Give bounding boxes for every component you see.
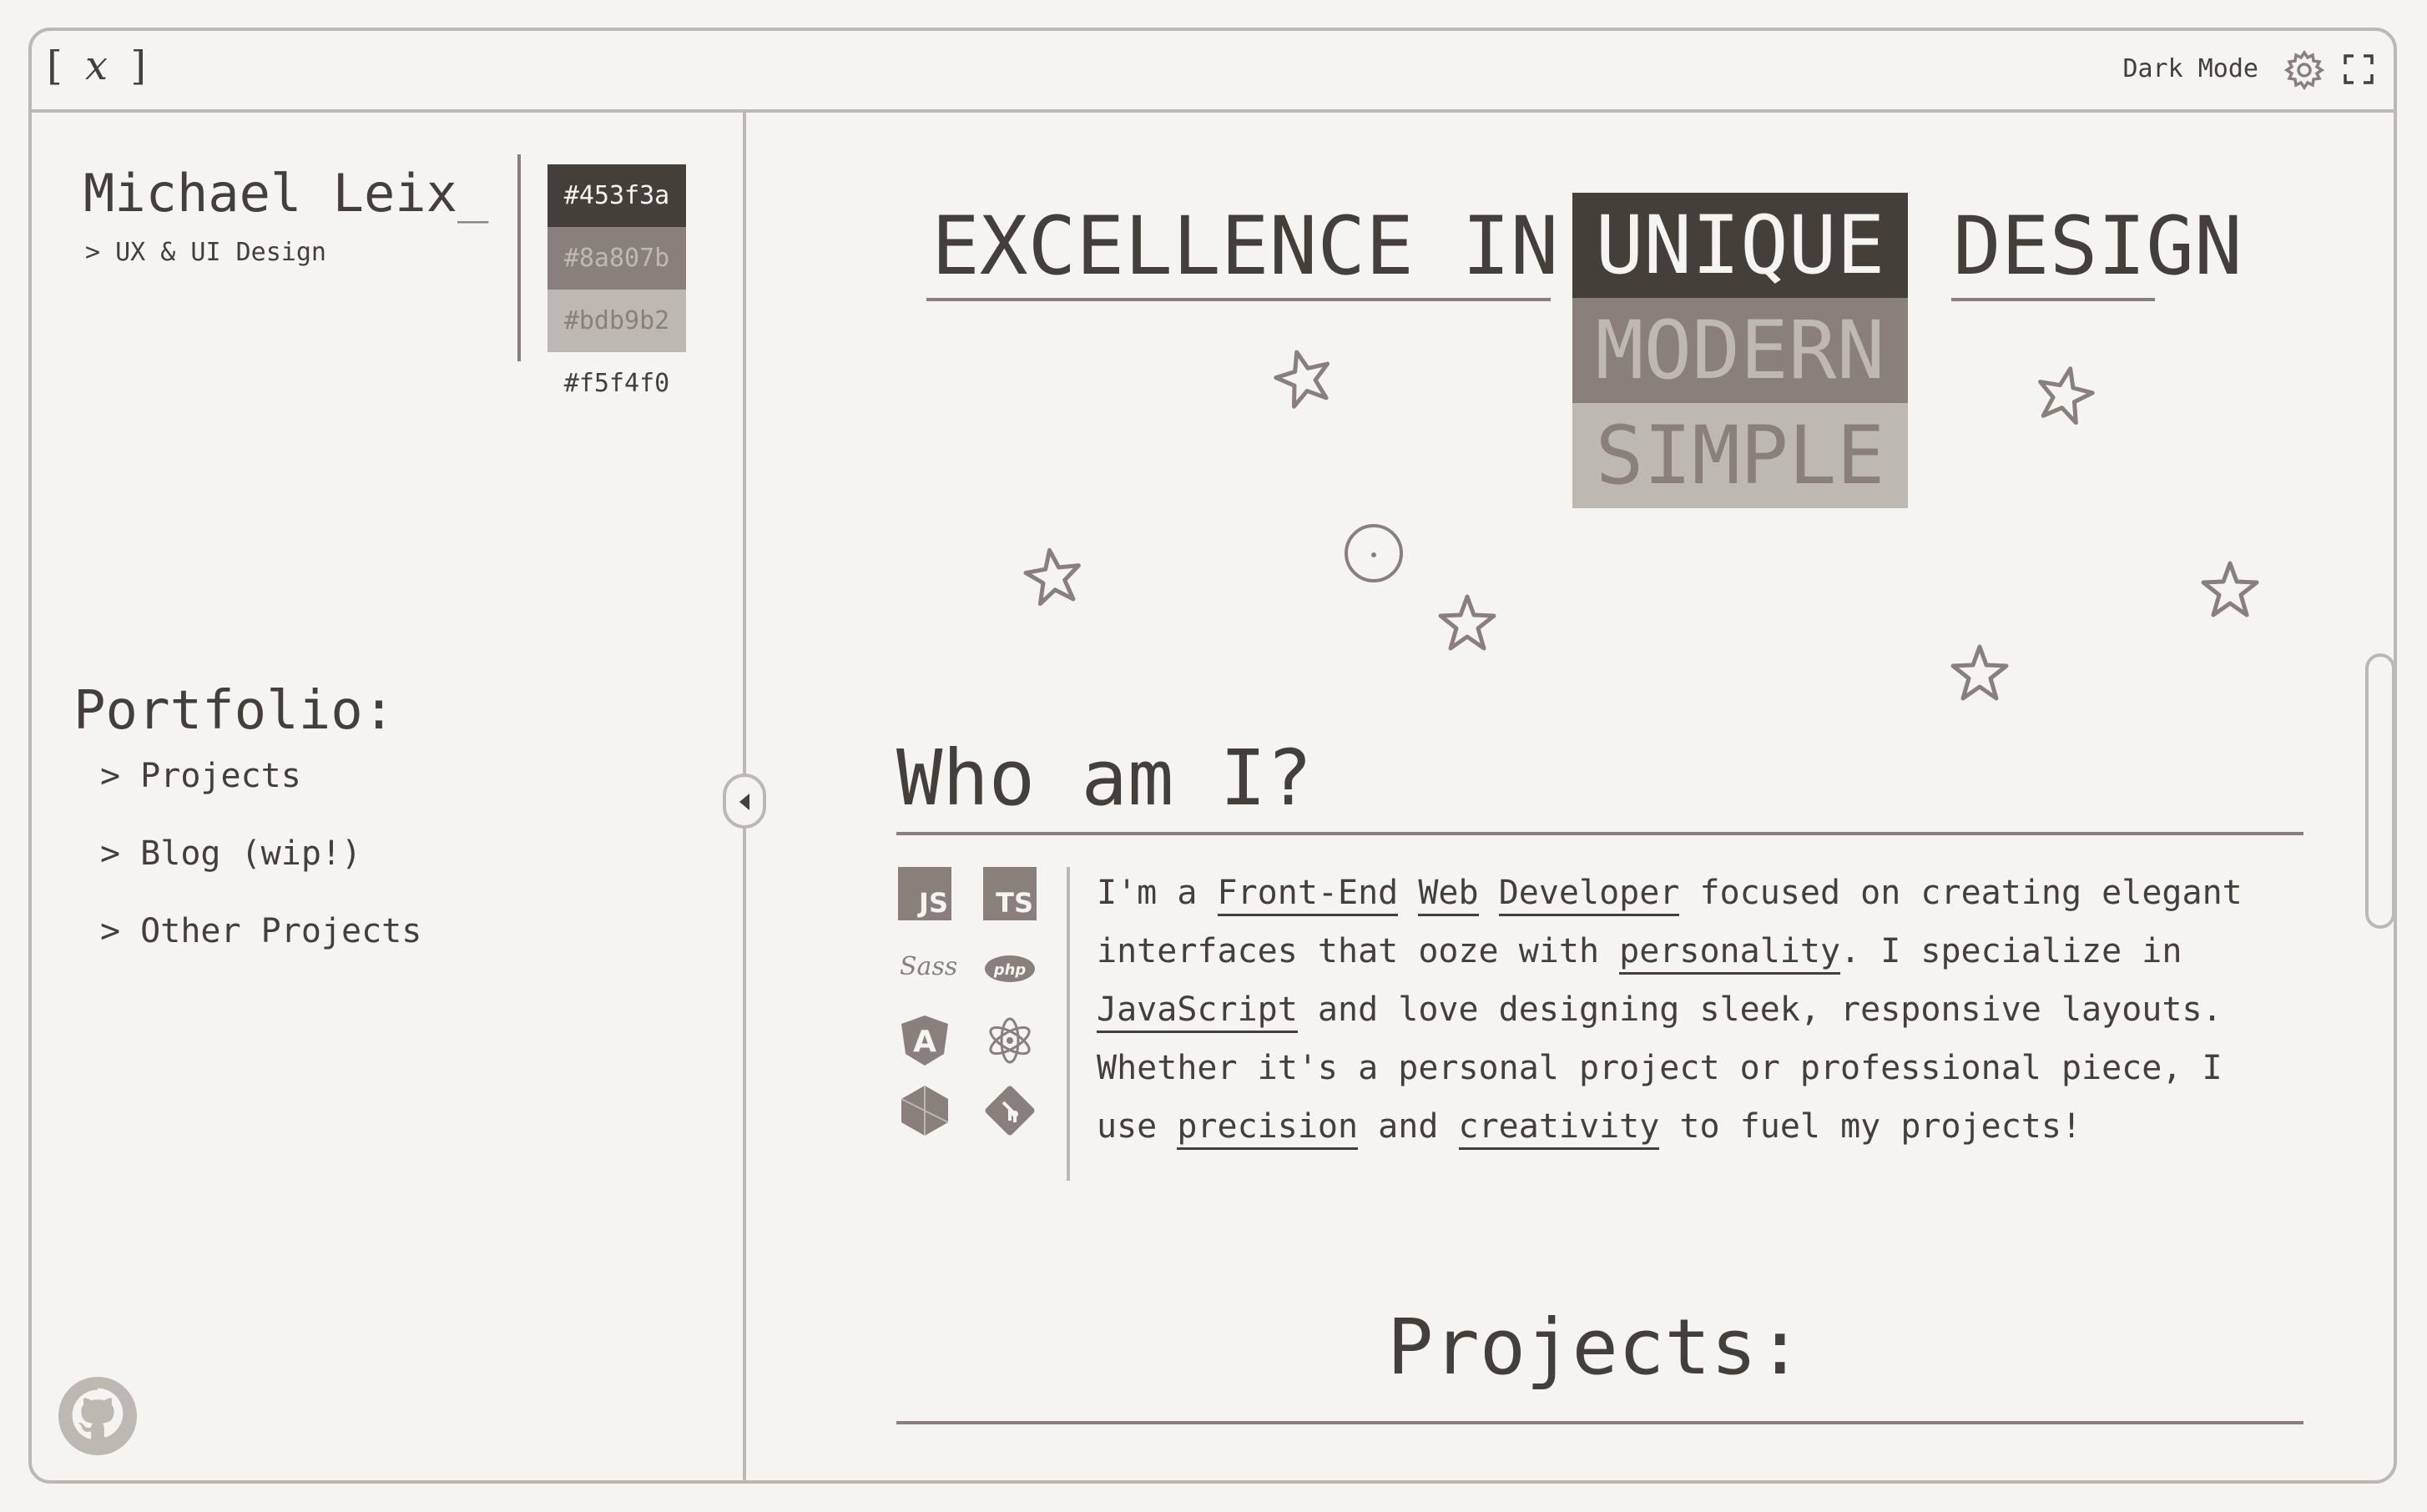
top-bar: [ x ] Dark Mode [32,31,2394,113]
svg-text:php: php [993,961,1027,979]
dark-mode-toggle[interactable]: Dark Mode [2122,54,2258,83]
bio-link-javascript[interactable]: JavaScript [1097,990,1298,1033]
hexagon-icon [901,1086,949,1136]
bio-divider [1067,867,1070,1181]
sass-icon: Sass [900,952,958,981]
about-heading: Who am I? [896,733,1313,823]
star-icon [1274,350,1330,409]
rotating-word-modern: MODERN [1572,298,1908,403]
bio-link-creativity[interactable]: creativity [1458,1107,1660,1150]
color-palette: #453f3a #8a807b #bdb9b2 #f5f4f0 [547,164,686,415]
swatch-bg[interactable]: #f5f4f0 [547,352,686,415]
portfolio-nav: > Projects > Blog (wip!) > Other Project… [100,757,421,990]
fullscreen-icon[interactable] [2342,53,2375,86]
javascript-icon: JS [898,867,951,920]
headline-underline [1951,298,2155,301]
git-icon [985,1086,1035,1136]
scrollbar-thumb[interactable] [2365,653,2394,929]
rotating-word-unique: UNIQUE [1572,193,1908,298]
star-icon [2201,561,2259,617]
star-icon [1950,644,2009,701]
svg-text:A: A [913,1025,936,1059]
swatch-mid[interactable]: #8a807b [547,227,686,290]
swatch-dark[interactable]: #453f3a [547,164,686,227]
site-logo[interactable]: [ x ] [47,43,151,89]
angular-icon: A [901,1016,948,1066]
php-icon: php [985,955,1035,982]
projects-divider [896,1421,2303,1424]
target-icon [1345,524,1403,582]
bio-link-precision[interactable]: precision [1177,1107,1359,1150]
star-icon [1023,547,1081,606]
sidebar: Michael Leix_ > UX & UI Design #453f3a #… [32,113,746,1480]
bio-link-front-end[interactable]: Front-End [1217,874,1399,916]
main-content: EXCELLENCE IN UNIQUE MODERN SIMPLE DESIG… [746,113,2394,1480]
projects-heading: Projects: [1387,1303,1804,1392]
bio-link-developer[interactable]: Developer [1498,874,1680,916]
star-icon [2038,366,2095,426]
text-cursor: _ [457,163,489,224]
electron-icon [989,1017,1031,1064]
portfolio-heading: Portfolio: [73,680,396,742]
gear-icon[interactable] [2283,49,2325,91]
nav-item-other-projects[interactable]: > Other Projects [100,912,421,990]
github-icon[interactable] [57,1375,139,1457]
headline-underline [926,298,1551,301]
about-divider [896,832,2303,835]
profile-role: > UX & UI Design [85,238,326,267]
nav-item-projects[interactable]: > Projects [100,757,421,834]
bio-link-personality[interactable]: personality [1619,932,1841,975]
bio-link-web[interactable]: Web [1418,874,1479,916]
headline-excellence: EXCELLENCE IN [931,199,1559,293]
bio-text: I'm a Front-End Web Developer focused on… [1097,864,2298,1156]
typescript-icon: TS [983,867,1037,920]
headline-design: DESIGN [1953,199,2243,293]
rotating-word-simple: SIMPLE [1572,403,1908,508]
app-window: [ x ] Dark Mode Michael Leix_ > UX & UI … [28,28,2397,1484]
profile-name: Michael Leix_ [83,163,489,224]
swatch-light[interactable]: #bdb9b2 [547,290,686,352]
nav-item-blog[interactable]: > Blog (wip!) [100,834,421,912]
star-icon [1438,594,1496,651]
divider [517,154,521,361]
